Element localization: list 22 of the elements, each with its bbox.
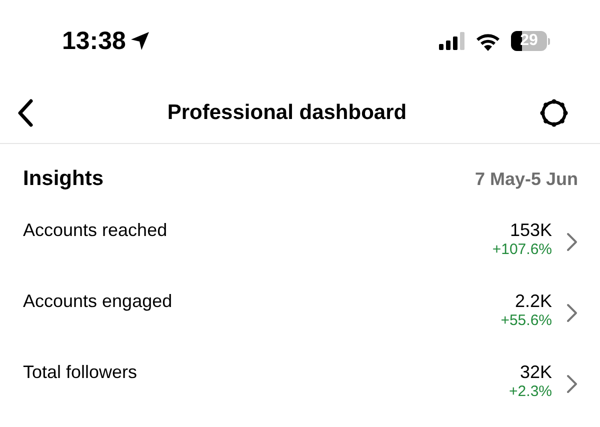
signal-icon [439, 32, 465, 50]
location-arrow-icon [130, 31, 150, 51]
metric-change: +55.6% [500, 312, 552, 329]
chevron-icon [566, 374, 578, 394]
wifi-icon [475, 32, 501, 50]
insight-row[interactable]: Accounts engaged 2.2K +55.6% [23, 285, 578, 356]
metric-value: 153K [510, 220, 552, 241]
metric-label: Accounts reached [23, 220, 168, 241]
page-title: Professional dashboard [167, 100, 407, 124]
status-time: 13:38 [62, 26, 126, 56]
insight-row[interactable]: Total followers 32K +2.3% [23, 356, 578, 427]
metric-label: Accounts engaged [23, 291, 174, 312]
chevron-icon [566, 303, 578, 323]
metric-value: 2.2K [514, 291, 552, 312]
insight-row[interactable]: Accounts reached 153K +107.6% [23, 214, 578, 285]
section-title: Insights [23, 167, 104, 191]
metric-change: +2.3% [509, 383, 552, 400]
metric-label: Total followers [23, 362, 138, 383]
chevron-icon [566, 232, 578, 252]
metric-change: +107.6% [492, 241, 552, 258]
metric-value: 32K [520, 362, 552, 383]
date-range: 7 May-5 Jun [474, 168, 578, 190]
